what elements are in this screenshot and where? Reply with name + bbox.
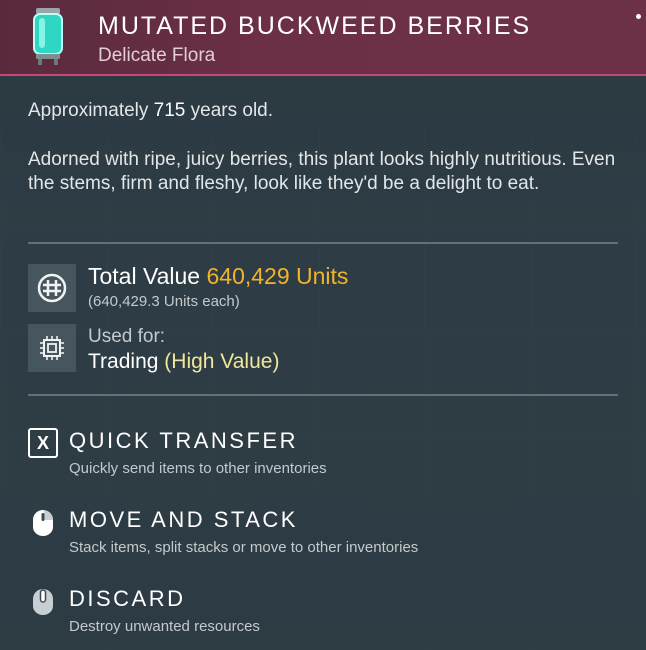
indicator-dot [636, 14, 641, 19]
used-for-qualifier: (High Value) [164, 350, 280, 373]
move-and-stack-title: MOVE AND STACK [69, 507, 298, 532]
item-age: Approximately 715 years old. [28, 100, 273, 122]
unit-price: (640,429.3 Units each) [88, 293, 240, 310]
divider-top [28, 242, 618, 244]
move-and-stack-action[interactable]: MOVE AND STACK Stack items, split stacks… [28, 505, 618, 565]
age-value: 715 [153, 100, 186, 121]
total-value-amount: 640,429 Units [206, 263, 349, 289]
quick-transfer-title: QUICK TRANSFER [69, 428, 298, 453]
move-and-stack-subtitle: Stack items, split stacks or move to oth… [69, 539, 419, 556]
item-description: Adorned with ripe, juicy berries, this p… [28, 149, 616, 194]
divider-bottom [28, 394, 618, 396]
used-for-purpose: Trading [88, 350, 159, 373]
discard-action[interactable]: DISCARD Destroy unwanted resources [28, 584, 618, 644]
total-value: Total Value 640,429 Units [88, 263, 348, 290]
used-for-value: Trading (High Value) [88, 350, 279, 374]
x-key-icon: X [28, 428, 58, 458]
item-detail-panel: MUTATED BUCKWEED BERRIES Delicate Flora … [0, 0, 646, 650]
units-icon [28, 264, 76, 312]
discard-subtitle: Destroy unwanted resources [69, 618, 260, 635]
quick-transfer-subtitle: Quickly send items to other inventories [69, 460, 327, 477]
item-name: MUTATED BUCKWEED BERRIES [98, 12, 532, 40]
discard-title: DISCARD [69, 586, 186, 611]
age-suffix: years old. [190, 100, 274, 121]
item-category: Delicate Flora [98, 45, 216, 66]
item-header: MUTATED BUCKWEED BERRIES Delicate Flora [0, 0, 646, 76]
mouse-middle-icon [28, 586, 58, 616]
mouse-left-icon [28, 507, 58, 537]
quick-transfer-action[interactable]: X QUICK TRANSFER Quickly send items to o… [28, 426, 618, 486]
item-canister-icon [22, 6, 74, 66]
used-for-label: Used for: [88, 326, 166, 347]
total-value-label: Total Value [88, 263, 201, 289]
chip-icon [28, 324, 76, 372]
age-prefix: Approximately [28, 100, 149, 121]
